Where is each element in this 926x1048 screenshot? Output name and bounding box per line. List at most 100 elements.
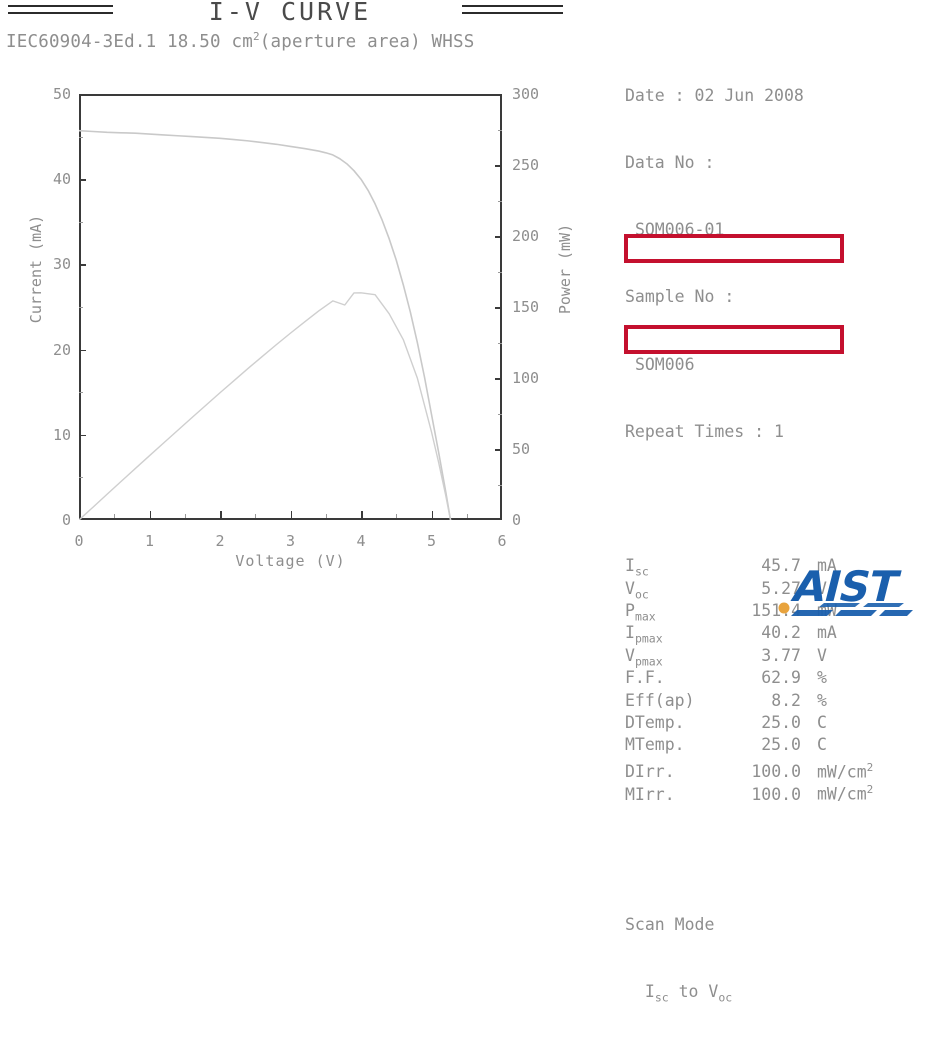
param-key-subscript: oc xyxy=(634,586,649,601)
y-tick-minor-left xyxy=(79,477,83,479)
param-unit: C xyxy=(817,735,827,755)
y-tick-label-right: 50 xyxy=(512,440,531,458)
plot-curves xyxy=(79,129,452,520)
param-row: DIrr. 100.0 mW/cm2 xyxy=(625,757,925,782)
iv-curve-chart: 0 10 20 30 40 50 0 50 100 150 200 250 300 0 1 2 3 4 5 6 Cur… xyxy=(0,60,600,580)
x-tick-minor xyxy=(255,514,257,518)
scan-mode-value-row: Isc to Voc xyxy=(625,981,925,1005)
y-tick-minor-left xyxy=(79,307,83,308)
y-tick-right xyxy=(495,165,502,167)
param-unit: mW/cm2 xyxy=(817,783,874,804)
y-tick-label-left: 10 xyxy=(52,425,71,444)
param-row: MTemp. 25.0 C xyxy=(625,734,925,756)
repeat-label: Repeat Times : xyxy=(625,421,765,441)
scan-mode-to: to V xyxy=(668,981,719,1001)
report-page: I-V CURVE IEC60904-3Ed.1 18.50 cm2(apert… xyxy=(0,0,926,1004)
sample-no-value: SOM006 xyxy=(634,354,695,374)
y-tick-minor-right xyxy=(498,200,502,202)
y-tick-right xyxy=(495,449,502,451)
scan-mode-isc-sub: sc xyxy=(654,990,669,1005)
param-unit-superscript: 2 xyxy=(866,760,874,774)
param-key-subscript: sc xyxy=(634,564,649,579)
y-tick-label-right: 300 xyxy=(512,85,540,103)
info-data-no-label: Data No : xyxy=(625,152,925,174)
standard-tail: (aperture area) WHSS xyxy=(259,31,475,52)
info-repeat-times: Repeat Times : 1 xyxy=(625,421,925,443)
y-tick-minor-right xyxy=(498,484,502,486)
date-value: 02 Jun 2008 xyxy=(694,85,804,105)
standard-text: IEC60904-3Ed.1 18.50 cm xyxy=(6,31,253,52)
y-tick-label-left: 50 xyxy=(52,85,71,103)
y-tick-label-left: 20 xyxy=(52,340,71,359)
y-tick-left xyxy=(79,349,86,352)
param-value: 100.0 xyxy=(751,784,801,804)
x-tick-label: 4 xyxy=(356,532,366,550)
x-tick xyxy=(361,511,363,518)
param-unit: V xyxy=(817,645,827,665)
param-unit: C xyxy=(817,712,827,732)
x-tick-label: 0 xyxy=(74,532,84,550)
y-axis-right-title: Power (mW) xyxy=(556,223,574,315)
y-tick-right xyxy=(495,307,502,309)
y-tick-minor-right xyxy=(498,129,502,131)
param-key-subscript: max xyxy=(634,609,656,624)
y-tick-left xyxy=(79,179,86,181)
y-tick-minor-left xyxy=(79,392,83,394)
y-tick-label-right: 250 xyxy=(512,156,540,174)
standard-superscript: 2 xyxy=(252,30,260,43)
param-value: 25.0 xyxy=(761,712,801,732)
x-axis-title: Voltage (V) xyxy=(235,552,346,570)
repeat-value: 1 xyxy=(774,421,784,441)
x-tick-minor xyxy=(114,514,116,518)
y-tick-right xyxy=(495,378,502,380)
scan-mode-voc-sub: oc xyxy=(718,990,733,1005)
y-tick-minor-left xyxy=(79,221,83,223)
y-tick-minor-left xyxy=(79,136,83,138)
y-tick-minor-right xyxy=(498,413,502,415)
info-spacer-2 xyxy=(625,846,925,868)
param-unit: mA xyxy=(817,623,837,643)
y-tick-label-right: 0 xyxy=(512,511,522,529)
x-tick-label: 6 xyxy=(497,532,507,550)
param-row: MIrr. 100.0 mW/cm2 xyxy=(625,779,925,804)
param-value: 3.77 xyxy=(761,645,801,665)
param-key-subscript: pmax xyxy=(634,631,663,646)
param-key: MTemp. xyxy=(625,735,685,755)
param-value: 62.9 xyxy=(761,668,801,688)
scan-mode-value: Isc to Voc xyxy=(645,981,733,1005)
param-key: DTemp. xyxy=(625,712,685,732)
param-key: MIrr. xyxy=(625,784,675,804)
y-tick-label-left: 0 xyxy=(61,511,71,529)
x-tick xyxy=(149,511,151,518)
param-value: 40.2 xyxy=(761,623,801,643)
param-row: DTemp. 25.0 C xyxy=(625,712,925,734)
data-no-value: SOM006-01 xyxy=(634,220,725,240)
y-tick-right xyxy=(495,236,502,238)
standard-subtitle: IEC60904-3Ed.1 18.50 cm2(aperture area) … xyxy=(6,30,474,52)
y-tick-left xyxy=(79,264,86,266)
y-tick-label-left: 40 xyxy=(52,170,71,189)
power-curve xyxy=(79,292,452,520)
y-tick-label-right: 200 xyxy=(512,227,540,245)
param-value: 25.0 xyxy=(761,735,801,755)
param-value: 8.2 xyxy=(771,690,801,710)
y-tick-minor-right xyxy=(498,271,502,273)
param-row: F.F. 62.9% xyxy=(625,667,925,689)
info-date: Date : 02 Jun 2008 xyxy=(625,85,925,107)
x-tick xyxy=(220,511,222,518)
info-sample-no-value: SOM006 xyxy=(625,354,925,376)
x-tick-minor xyxy=(466,514,468,518)
date-label: Date : xyxy=(625,85,685,105)
sample-no-label: Sample No : xyxy=(625,287,735,307)
param-key: Eff(ap) xyxy=(625,690,695,710)
x-tick-minor xyxy=(325,514,327,518)
scan-mode-label: Scan Mode xyxy=(625,914,715,934)
param-key: F.F. xyxy=(625,668,665,688)
info-sample-no-label: Sample No : xyxy=(625,286,925,308)
info-spacer-1 xyxy=(625,488,925,510)
param-row: Vpmax 3.77 V xyxy=(625,645,925,668)
x-tick-minor xyxy=(396,514,398,518)
param-row: Eff(ap) 8.2% xyxy=(625,690,925,712)
x-tick-label: 3 xyxy=(285,532,296,550)
data-no-label: Data No : xyxy=(625,153,715,173)
